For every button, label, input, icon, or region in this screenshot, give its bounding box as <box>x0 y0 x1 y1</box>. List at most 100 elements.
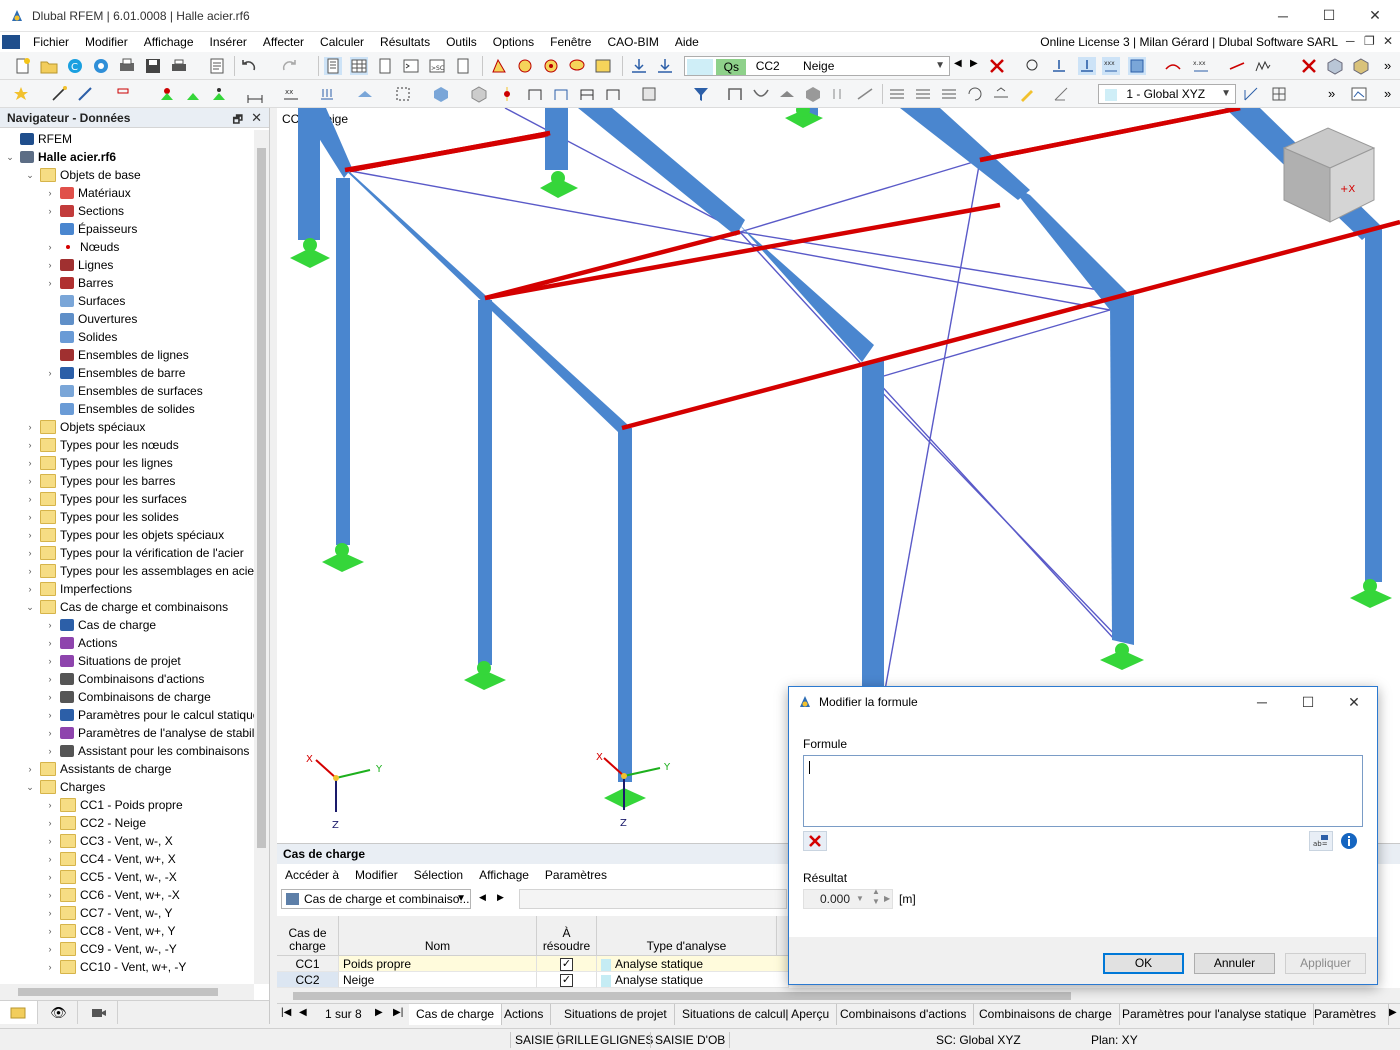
surface-view-icon[interactable] <box>778 85 796 103</box>
console-icon[interactable] <box>402 57 420 75</box>
tab-actions[interactable]: Actions <box>497 1004 552 1025</box>
tree-item[interactable]: › CC9 - Vent, w-, -Y <box>44 940 177 958</box>
expand-chevron-icon[interactable]: › <box>44 278 56 288</box>
tree-item[interactable]: › Types pour les lignes <box>24 454 173 472</box>
next-page-icon[interactable]: ▶ <box>375 1007 383 1018</box>
panel-menu-view[interactable]: Affichage <box>471 868 537 882</box>
insert-function-button[interactable]: ab= <box>1309 831 1333 851</box>
dialog-maximize-button[interactable]: ☐ <box>1285 687 1331 717</box>
menu-cad-bim[interactable]: CAO-BIM <box>599 32 666 52</box>
tab-design-situations[interactable]: Situations de projet <box>557 1004 675 1025</box>
tree-item[interactable]: Ensembles de lignes <box>44 346 189 364</box>
curve-view-icon[interactable] <box>752 85 770 103</box>
cube-render-icon[interactable] <box>1352 57 1370 75</box>
tree-item[interactable]: › Assistant pour les combinaisons <box>44 742 250 760</box>
tree-item[interactable]: RFEM <box>4 130 72 148</box>
tree-item[interactable]: Épaisseurs <box>44 220 137 238</box>
solid-view-icon[interactable] <box>804 85 822 103</box>
align-right-icon[interactable] <box>940 85 958 103</box>
mirror-icon[interactable] <box>992 85 1010 103</box>
report-icon[interactable] <box>208 57 226 75</box>
navigator-views-tab[interactable] <box>80 1001 118 1024</box>
tab-action-combinations[interactable]: Combinaisons d'actions <box>833 1004 975 1025</box>
menu-options[interactable]: Options <box>485 32 542 52</box>
tree-item[interactable]: › Sections <box>44 202 125 220</box>
pin-icon[interactable]: 🗗 <box>233 111 243 130</box>
comment-icon[interactable] <box>568 57 586 75</box>
tree-item[interactable]: › Assistants de charge <box>24 760 171 778</box>
menu-assign[interactable]: Affecter <box>255 32 312 52</box>
tree-item[interactable]: Ensembles de surfaces <box>44 382 203 400</box>
line-support-icon[interactable] <box>184 85 202 103</box>
dialog-minimize-button[interactable]: ─ <box>1239 687 1285 717</box>
mdi-minimize-button[interactable]: ─ <box>1346 34 1355 48</box>
member-tool-icon[interactable] <box>76 85 94 103</box>
toolbar-overflow-button[interactable]: » <box>1384 58 1391 73</box>
expand-chevron-icon[interactable]: › <box>24 548 36 558</box>
expand-chevron-icon[interactable]: › <box>44 638 56 648</box>
collapse-chevron-icon[interactable]: ⌄ <box>24 602 36 613</box>
mesh-view-icon[interactable] <box>1128 57 1146 75</box>
menu-window[interactable]: Fenêtre <box>542 32 599 52</box>
tree-item[interactable]: ⌄ Halle acier.rf6 <box>4 148 116 166</box>
status-glines[interactable]: GLIGNES <box>596 1032 657 1048</box>
tree-item[interactable]: › CC1 - Poids propre <box>44 796 183 814</box>
tab-load-cases[interactable]: Cas de charge <box>409 1004 503 1025</box>
expand-chevron-icon[interactable]: › <box>24 764 36 774</box>
menu-edit[interactable]: Modifier <box>77 32 136 52</box>
table-horizontal-scrollbar[interactable] <box>277 988 1400 1004</box>
toolbar2-overflow-button[interactable]: » <box>1328 86 1335 101</box>
table-row-name[interactable]: Neige <box>339 972 537 988</box>
prev-load-case-icon[interactable]: ◀ <box>954 58 962 69</box>
tree-item[interactable]: › Combinaisons d'actions <box>44 670 205 688</box>
mesh-select-icon[interactable] <box>640 85 658 103</box>
target-icon[interactable] <box>542 57 560 75</box>
mdi-close-button[interactable]: ✕ <box>1383 34 1393 48</box>
close-button[interactable]: ✕ <box>1352 0 1398 31</box>
dimension-icon[interactable] <box>594 57 612 75</box>
tree-item[interactable]: Ouvertures <box>44 310 137 328</box>
table-row-name[interactable]: Poids propre <box>339 956 537 972</box>
box-select-icon[interactable] <box>394 85 412 103</box>
expand-chevron-icon[interactable]: › <box>44 926 56 936</box>
collapse-chevron-icon[interactable]: ⌄ <box>24 170 36 181</box>
expand-chevron-icon[interactable]: › <box>44 710 56 720</box>
load-case-prev-icon[interactable] <box>630 57 648 75</box>
show-values-icon[interactable] <box>1078 57 1096 75</box>
ok-button[interactable]: OK <box>1103 953 1184 974</box>
expand-chevron-icon[interactable]: › <box>44 728 56 738</box>
expand-chevron-icon[interactable]: › <box>44 206 56 216</box>
cancel-button[interactable]: Annuler <box>1194 953 1275 974</box>
expand-chevron-icon[interactable]: › <box>44 908 56 918</box>
tree-item[interactable]: › CC4 - Vent, w+, X <box>44 850 176 868</box>
edit-surface-icon[interactable] <box>490 57 508 75</box>
menu-insert[interactable]: Insérer <box>202 32 255 52</box>
deactivate-loads-icon[interactable] <box>988 57 1006 75</box>
expand-chevron-icon[interactable]: › <box>44 656 56 666</box>
next-load-case-icon[interactable]: ▶ <box>970 58 978 69</box>
frame-view-icon[interactable] <box>726 85 744 103</box>
coord-edit-icon[interactable] <box>1242 85 1260 103</box>
collapse-chevron-icon[interactable]: ⌄ <box>24 782 36 793</box>
tree-item[interactable]: › Types pour les solides <box>24 508 179 526</box>
print-report-icon[interactable] <box>118 57 136 75</box>
table-category-select[interactable]: Cas de charge et combinaiso... ▼ <box>281 889 471 909</box>
menu-file[interactable]: Fichier <box>25 32 77 52</box>
open-folder-icon[interactable] <box>40 57 58 75</box>
expand-chevron-icon[interactable]: › <box>44 242 56 252</box>
expand-chevron-icon[interactable]: › <box>24 476 36 486</box>
coordinate-system-select[interactable]: 1 - Global XYZ ▼ <box>1098 84 1236 104</box>
tree-item[interactable]: › CC10 - Vent, w+, -Y <box>44 958 186 976</box>
align-left-icon[interactable] <box>888 85 906 103</box>
rotate-icon[interactable] <box>966 85 984 103</box>
tree-item[interactable]: › Lignes <box>44 256 114 274</box>
expand-chevron-icon[interactable]: › <box>44 692 56 702</box>
tree-item[interactable]: › Ensembles de barre <box>44 364 186 382</box>
navigator-data-tab[interactable] <box>0 1001 38 1024</box>
panel-menu-edit[interactable]: Modifier <box>347 868 406 882</box>
menu-view[interactable]: Affichage <box>136 32 202 52</box>
tree-item[interactable]: › Paramètres de l'analyse de stabilité <box>44 724 255 742</box>
table-row-solve[interactable]: ✓ <box>537 956 597 972</box>
tree-item[interactable]: Ensembles de solides <box>44 400 195 418</box>
tree-item[interactable]: Surfaces <box>44 292 125 310</box>
